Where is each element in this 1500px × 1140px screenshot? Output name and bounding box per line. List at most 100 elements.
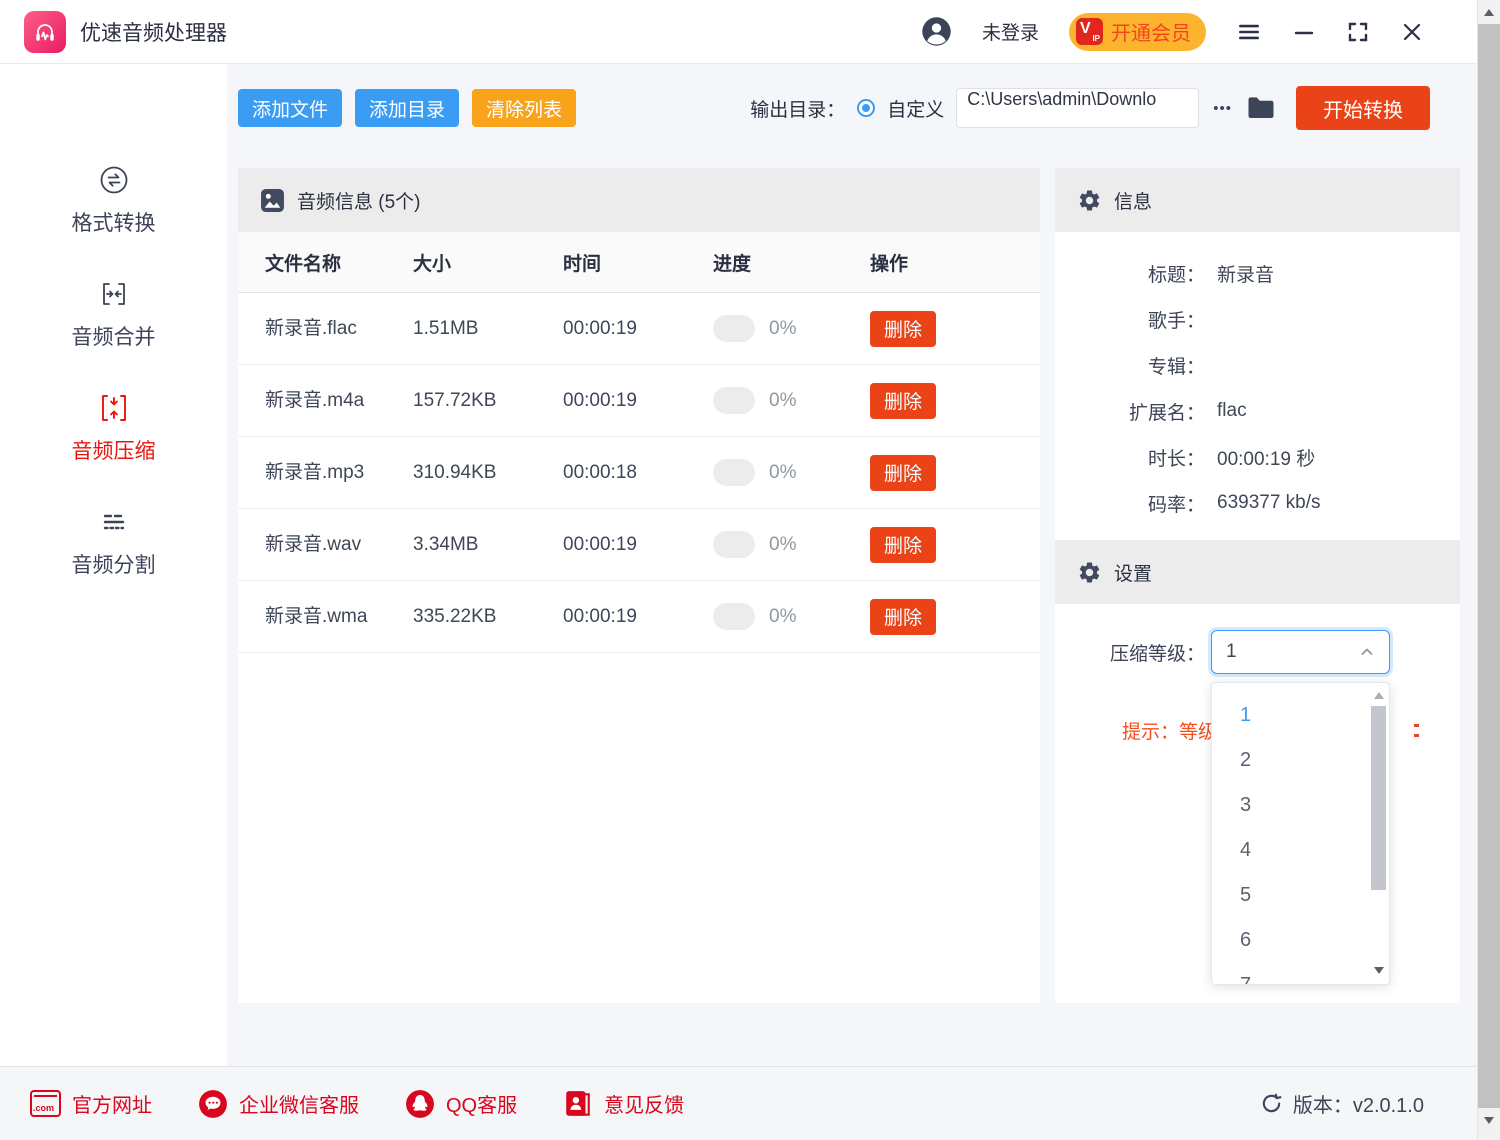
feedback-icon — [563, 1089, 593, 1119]
delete-button[interactable]: 删除 — [870, 455, 936, 491]
table-row[interactable]: 新录音.wav 3.34MB 00:00:19 0% 删除 — [238, 509, 1040, 581]
hamburger-icon — [1236, 19, 1262, 45]
maximize-button[interactable] — [1346, 20, 1370, 44]
file-name: 新录音.m4a — [265, 390, 364, 411]
col-progress: 进度 — [713, 249, 870, 276]
compress-level-label: 压缩等级： — [1055, 630, 1205, 674]
delete-button[interactable]: 删除 — [870, 599, 936, 635]
dropdown-option[interactable]: 2 — [1212, 738, 1389, 783]
col-size: 大小 — [413, 249, 563, 276]
file-panel-header: 音频信息 (5个) — [238, 168, 1040, 232]
dropdown-scrollbar-thumb[interactable] — [1371, 706, 1386, 890]
file-size: 3.34MB — [413, 534, 563, 556]
col-time: 时间 — [563, 249, 713, 276]
gear-icon — [1077, 560, 1102, 585]
dropdown-option[interactable]: 5 — [1212, 873, 1389, 918]
output-dir-group: 输出目录： 自定义 C:\Users\admin\Downlo ••• 开始转换 — [750, 86, 1430, 130]
table-row[interactable]: 新录音.wma 335.22KB 00:00:19 0% 删除 — [238, 581, 1040, 653]
field-value: flac — [1217, 400, 1247, 422]
add-directory-button[interactable]: 添加目录 — [355, 89, 459, 127]
window-scrollbar[interactable] — [1477, 0, 1500, 1140]
dropdown-option[interactable]: 1 — [1212, 693, 1389, 738]
progress-bar — [713, 315, 755, 342]
qq-support-link[interactable]: QQ客服 — [405, 1089, 517, 1119]
file-name: 新录音.wav — [265, 534, 361, 555]
app-title: 优速音频处理器 — [80, 17, 227, 47]
website-icon: .com — [30, 1090, 61, 1117]
avatar[interactable] — [921, 16, 952, 47]
login-status[interactable]: 未登录 — [982, 18, 1039, 45]
feedback-link[interactable]: 意见反馈 — [563, 1089, 684, 1119]
official-site-link[interactable]: .com 官方网址 — [30, 1089, 152, 1118]
field-label: 歌手： — [1055, 306, 1205, 333]
open-vip-button[interactable]: V IP 开通会员 — [1069, 13, 1206, 51]
scroll-down-icon[interactable] — [1478, 1108, 1500, 1132]
qq-support-label: QQ客服 — [446, 1089, 517, 1118]
folder-icon — [1246, 93, 1276, 123]
progress-text: 0% — [769, 534, 796, 556]
file-time: 00:00:19 — [563, 390, 713, 412]
field-label: 专辑： — [1055, 352, 1205, 379]
close-button[interactable] — [1400, 20, 1424, 44]
dropdown-scrollbar[interactable] — [1370, 685, 1387, 982]
field-value: 00:00:19 秒 — [1217, 444, 1315, 471]
compress-level-select[interactable]: 1 — [1211, 630, 1390, 674]
table-row[interactable]: 新录音.flac 1.51MB 00:00:19 0% 删除 — [238, 293, 1040, 365]
sidebar-item-audio-split[interactable]: 音频分割 — [72, 506, 156, 579]
wechat-icon — [198, 1089, 228, 1119]
output-path-input[interactable]: C:\Users\admin\Downlo — [956, 88, 1199, 128]
file-size: 310.94KB — [413, 462, 563, 484]
dropdown-option[interactable]: 7 — [1212, 963, 1389, 985]
sidebar-item-label: 音频合并 — [72, 321, 156, 351]
delete-button[interactable]: 删除 — [870, 383, 936, 419]
sidebar-item-label: 格式转换 — [72, 207, 156, 237]
scroll-up-icon[interactable] — [1370, 687, 1387, 703]
official-site-label: 官方网址 — [72, 1089, 152, 1118]
custom-label: 自定义 — [887, 95, 944, 122]
menu-button[interactable] — [1236, 19, 1262, 45]
compress-level-dropdown: 1 2 3 4 5 6 7 — [1211, 682, 1390, 985]
file-panel: 音频信息 (5个) 文件名称 大小 时间 进度 操作 新录音.flac 1.51… — [238, 168, 1040, 1003]
file-time: 00:00:19 — [563, 534, 713, 556]
table-row[interactable]: 新录音.mp3 310.94KB 00:00:18 0% 删除 — [238, 437, 1040, 509]
file-time: 00:00:19 — [563, 606, 713, 628]
format-convert-icon — [98, 164, 130, 196]
start-convert-button[interactable]: 开始转换 — [1296, 86, 1430, 130]
dropdown-option[interactable]: 6 — [1212, 918, 1389, 963]
add-file-button[interactable]: 添加文件 — [238, 89, 342, 127]
wechat-support-label: 企业微信客服 — [239, 1089, 359, 1118]
toolbar: 添加文件 添加目录 清除列表 输出目录： 自定义 C:\Users\admin\… — [238, 86, 1430, 130]
hint-text-clipped-fragment — [1414, 724, 1419, 727]
browse-more-button[interactable]: ••• — [1211, 100, 1234, 117]
table-header-row: 文件名称 大小 时间 进度 操作 — [238, 232, 1040, 293]
sidebar-item-audio-compress[interactable]: 音频压缩 — [72, 392, 156, 465]
col-filename: 文件名称 — [238, 249, 413, 276]
progress-bar — [713, 603, 755, 630]
clear-list-button[interactable]: 清除列表 — [472, 89, 576, 127]
scroll-down-icon[interactable] — [1370, 962, 1387, 978]
close-icon — [1400, 20, 1424, 44]
custom-radio[interactable] — [857, 99, 875, 117]
refresh-icon[interactable] — [1260, 1092, 1283, 1115]
file-panel-title: 音频信息 (5个) — [297, 187, 421, 214]
audio-split-icon — [98, 506, 130, 538]
info-settings-panel: 信息 标题：新录音 歌手： 专辑： 扩展名：flac 时长：00:00:19 秒… — [1055, 168, 1460, 1003]
minimize-button[interactable] — [1292, 20, 1316, 44]
chevron-up-icon — [1359, 644, 1375, 660]
file-time: 00:00:19 — [563, 318, 713, 340]
file-size: 1.51MB — [413, 318, 563, 340]
scroll-up-icon[interactable] — [1478, 0, 1500, 24]
compress-level-value: 1 — [1226, 641, 1237, 663]
delete-button[interactable]: 删除 — [870, 311, 936, 347]
wechat-support-link[interactable]: 企业微信客服 — [198, 1089, 359, 1119]
file-name: 新录音.flac — [265, 318, 357, 339]
dropdown-option[interactable]: 3 — [1212, 783, 1389, 828]
sidebar-item-format-convert[interactable]: 格式转换 — [72, 164, 156, 237]
gear-icon — [1077, 188, 1102, 213]
table-row[interactable]: 新录音.m4a 157.72KB 00:00:19 0% 删除 — [238, 365, 1040, 437]
dropdown-option[interactable]: 4 — [1212, 828, 1389, 873]
window-scrollbar-thumb[interactable] — [1478, 24, 1500, 1108]
open-folder-button[interactable] — [1246, 93, 1276, 123]
sidebar-item-audio-merge[interactable]: 音频合并 — [72, 278, 156, 351]
delete-button[interactable]: 删除 — [870, 527, 936, 563]
